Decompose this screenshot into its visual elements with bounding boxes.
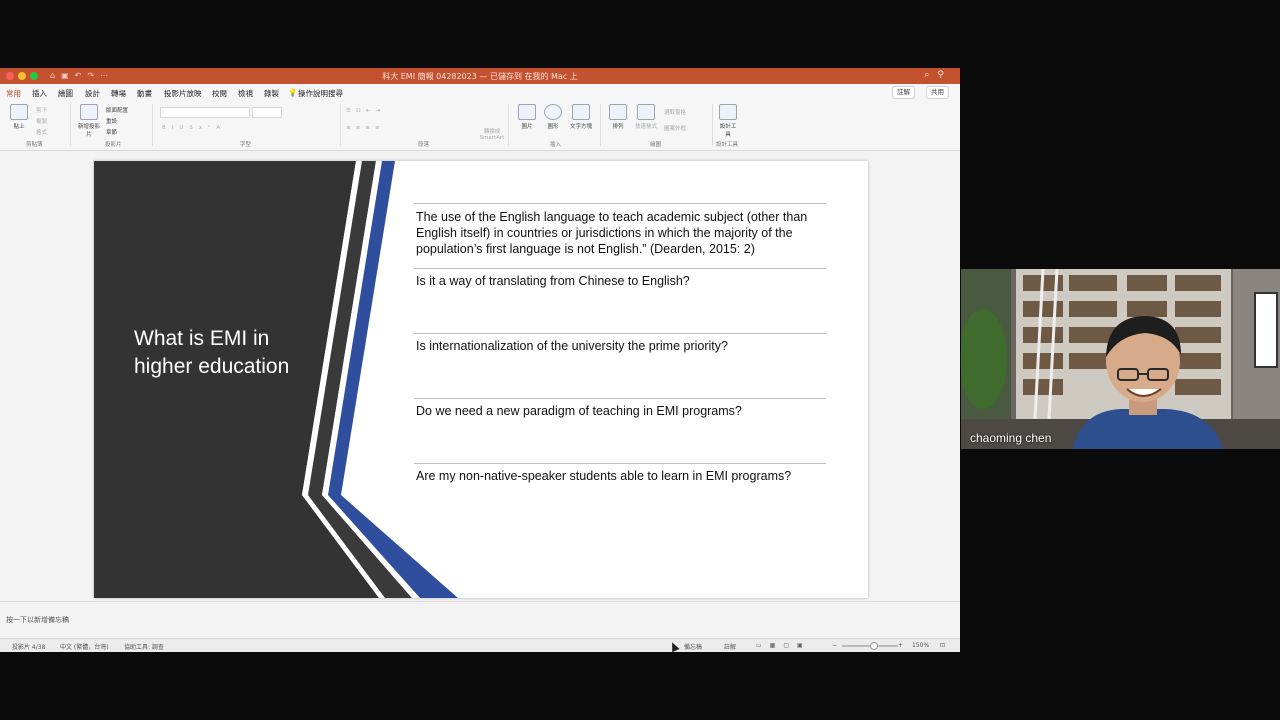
shapes-icon xyxy=(544,104,562,120)
designer-group-label: 設計工具 xyxy=(716,142,739,148)
new-slide-button[interactable]: 新增投影片 xyxy=(78,104,100,138)
tab-slideshow[interactable]: 投影片放映 xyxy=(164,88,202,99)
comments-toggle-button[interactable]: 註解 xyxy=(724,642,736,651)
insert-shapes-button[interactable]: 圖形 xyxy=(542,104,564,130)
picture-icon xyxy=(518,104,536,120)
slide-title[interactable]: What is EMI in higher education xyxy=(134,325,324,381)
quick-styles-button[interactable]: 快速樣式 xyxy=(634,104,658,130)
reset-button[interactable]: 重設 xyxy=(106,117,117,125)
bullet-internationalization[interactable]: Is internationalization of the universit… xyxy=(414,333,826,398)
tab-animations[interactable]: 動畫 xyxy=(137,88,152,99)
textbox-icon xyxy=(572,104,590,120)
font-size-dropdown[interactable] xyxy=(252,107,282,118)
title-bar: ⌂▣↶↷⋯ 科大 EMI 簡報 04282023 — 已儲存到 在我的 Mac … xyxy=(0,68,960,84)
ribbon-tabs: 常用 插入 繪圖 設計 轉場 動畫 投影片放映 校閱 檢視 錄製 💡 操作說明搜… xyxy=(0,84,960,102)
view-buttons[interactable]: ▭▦▢▣ xyxy=(756,642,811,649)
section-button[interactable]: 章節 xyxy=(106,128,117,136)
powerpoint-window: ⌂▣↶↷⋯ 科大 EMI 簡報 04282023 — 已儲存到 在我的 Mac … xyxy=(0,68,960,652)
tab-insert[interactable]: 插入 xyxy=(32,88,47,99)
accessibility-checker[interactable]: 協助工具: 調查 xyxy=(124,642,164,651)
participant-video[interactable]: chaoming chen xyxy=(961,269,1280,449)
status-bar: 投影片 4/38 中文 (繁體，台灣) 協助工具: 調查 備忘稿 註解 ▭▦▢▣… xyxy=(0,638,960,652)
picture-label: 圖片 xyxy=(521,124,533,130)
bullet-students[interactable]: Are my non-native-speaker students able … xyxy=(414,463,826,503)
bullet-definition[interactable]: The use of the English language to teach… xyxy=(414,203,826,268)
zoom-in-button[interactable]: + xyxy=(898,642,903,649)
zoom-slider-handle[interactable] xyxy=(870,642,878,650)
divider xyxy=(712,104,713,146)
search-icon[interactable]: ⌕⚲ xyxy=(924,70,952,80)
current-slide[interactable]: What is EMI in higher education The use … xyxy=(94,161,868,598)
font-format-icons[interactable]: BIUSx²A xyxy=(162,125,226,131)
drawing-group-label: 繪圖 xyxy=(650,142,662,148)
select-pane-button[interactable]: 選取窗格 xyxy=(664,108,686,116)
insert-picture-button[interactable]: 圖片 xyxy=(516,104,538,130)
tab-design[interactable]: 設計 xyxy=(85,88,100,99)
divider xyxy=(600,104,601,146)
clipboard-icon xyxy=(10,104,28,120)
document-title: 科大 EMI 簡報 04282023 — 已儲存到 在我的 Mac 上 xyxy=(382,72,578,81)
ribbon-toolbar: 貼上 剪下 複製 格式 剪貼簿 新增投影片 版面配置 重設 章節 投影片 BIU… xyxy=(0,100,960,151)
designer-label: 設計工具 xyxy=(719,124,737,138)
slide-counter: 投影片 4/38 xyxy=(12,644,46,651)
tab-draw[interactable]: 繪圖 xyxy=(58,88,73,99)
participant-name: chaoming chen xyxy=(970,431,1052,445)
format-painter-button[interactable]: 格式 xyxy=(36,128,47,136)
paste-label: 貼上 xyxy=(13,124,25,130)
list-icons[interactable]: ☰☷⇤⇥ xyxy=(346,108,385,114)
smartart-button[interactable]: 轉換成 SmartArt xyxy=(478,127,506,141)
comments-button[interactable]: 註解 xyxy=(892,86,915,99)
insert-group-label: 插入 xyxy=(550,142,562,148)
language-indicator[interactable]: 中文 (繁體，台灣) xyxy=(60,642,109,651)
font-group-label: 字型 xyxy=(240,142,252,148)
arrange-label: 排列 xyxy=(612,124,624,130)
notes-placeholder: 按一下以新增備忘稿 xyxy=(6,616,69,624)
insert-textbox-button[interactable]: 文字方塊 xyxy=(568,104,594,130)
quick-styles-label: 快速樣式 xyxy=(634,124,657,130)
share-button[interactable]: 共用 xyxy=(926,86,949,99)
notes-toggle-button[interactable]: 備忘稿 xyxy=(684,642,702,651)
align-icons[interactable]: ≡≡≡≡ xyxy=(346,125,384,131)
bullet-paradigm[interactable]: Do we need a new paradigm of teaching in… xyxy=(414,398,826,463)
paste-button[interactable]: 貼上 xyxy=(8,104,30,130)
fit-slide-icon[interactable]: ⊡ xyxy=(940,642,945,649)
shapes-label: 圖形 xyxy=(547,124,559,130)
layout-button[interactable]: 版面配置 xyxy=(106,106,128,114)
divider xyxy=(508,104,509,146)
font-name-dropdown[interactable] xyxy=(160,107,250,118)
zoom-out-button[interactable]: − xyxy=(832,642,837,649)
tab-review[interactable]: 校閱 xyxy=(212,88,227,99)
copy-button[interactable]: 複製 xyxy=(36,117,47,125)
slides-group-label: 投影片 xyxy=(105,142,122,148)
tab-transitions[interactable]: 轉場 xyxy=(111,88,126,99)
new-slide-icon xyxy=(80,104,98,120)
cut-button[interactable]: 剪下 xyxy=(36,106,47,114)
designer-button[interactable]: 設計工具 xyxy=(718,104,738,138)
paragraph-group-label: 段落 xyxy=(418,142,430,148)
arrange-button[interactable]: 排列 xyxy=(606,104,630,130)
divider xyxy=(340,104,341,146)
shape-outline-button[interactable]: 圖案外框 xyxy=(664,124,686,132)
new-slide-label: 新增投影片 xyxy=(78,124,101,138)
tell-me-search[interactable]: 操作說明搜尋 xyxy=(298,88,343,99)
textbox-label: 文字方塊 xyxy=(569,124,592,130)
zoom-level[interactable]: 150% xyxy=(912,642,929,649)
slide-editor: What is EMI in higher education The use … xyxy=(0,151,960,601)
tab-view[interactable]: 檢視 xyxy=(238,88,253,99)
bullet-translation[interactable]: Is it a way of translating from Chinese … xyxy=(414,268,826,333)
video-feed xyxy=(961,269,1280,449)
divider xyxy=(152,104,153,146)
lightbulb-icon: 💡 xyxy=(288,88,298,97)
tab-record[interactable]: 錄製 xyxy=(264,88,279,99)
quick-styles-icon xyxy=(637,104,655,120)
slide-bullet-list[interactable]: The use of the English language to teach… xyxy=(414,203,826,503)
arrange-icon xyxy=(609,104,627,120)
designer-icon xyxy=(719,104,737,120)
notes-pane[interactable]: 按一下以新增備忘稿 xyxy=(0,601,960,630)
divider xyxy=(70,104,71,146)
clipboard-group-label: 剪貼簿 xyxy=(26,142,43,148)
